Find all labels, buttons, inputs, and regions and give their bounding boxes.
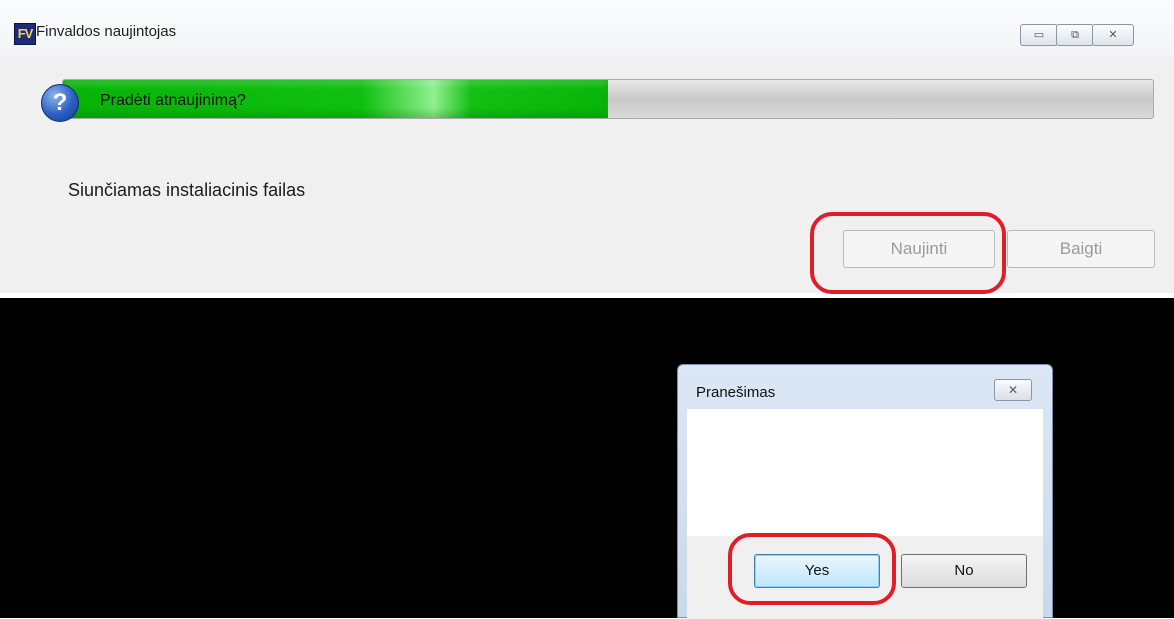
minimize-button[interactable]: ▭ (1020, 24, 1058, 46)
yes-button[interactable]: Yes (754, 554, 880, 588)
maximize-button[interactable]: ⧉ (1056, 24, 1094, 46)
updater-window: FV Finvaldos naujintojas ▭ ⧉ ✕ Siunčiama… (0, 0, 1174, 293)
close-button[interactable]: ✕ (1092, 24, 1134, 46)
status-label: Siunčiamas instaliacinis failas (68, 180, 306, 200)
dialog-close-button[interactable]: ✕ (994, 379, 1032, 401)
updater-titlebar[interactable]: FV Finvaldos naujintojas ▭ ⧉ ✕ (0, 0, 1174, 56)
question-icon: ? (41, 84, 79, 122)
update-button[interactable]: Naujinti (843, 230, 995, 268)
dialog-message: Pradėti atnaujinimą? (100, 92, 246, 109)
app-logo-icon: FV (14, 23, 36, 45)
window-title: Finvaldos naujintojas (36, 23, 177, 40)
dialog-body (687, 409, 1043, 536)
no-button[interactable]: No (901, 554, 1027, 588)
dialog-title: Pranešimas (696, 384, 776, 401)
finish-button[interactable]: Baigti (1007, 230, 1155, 268)
